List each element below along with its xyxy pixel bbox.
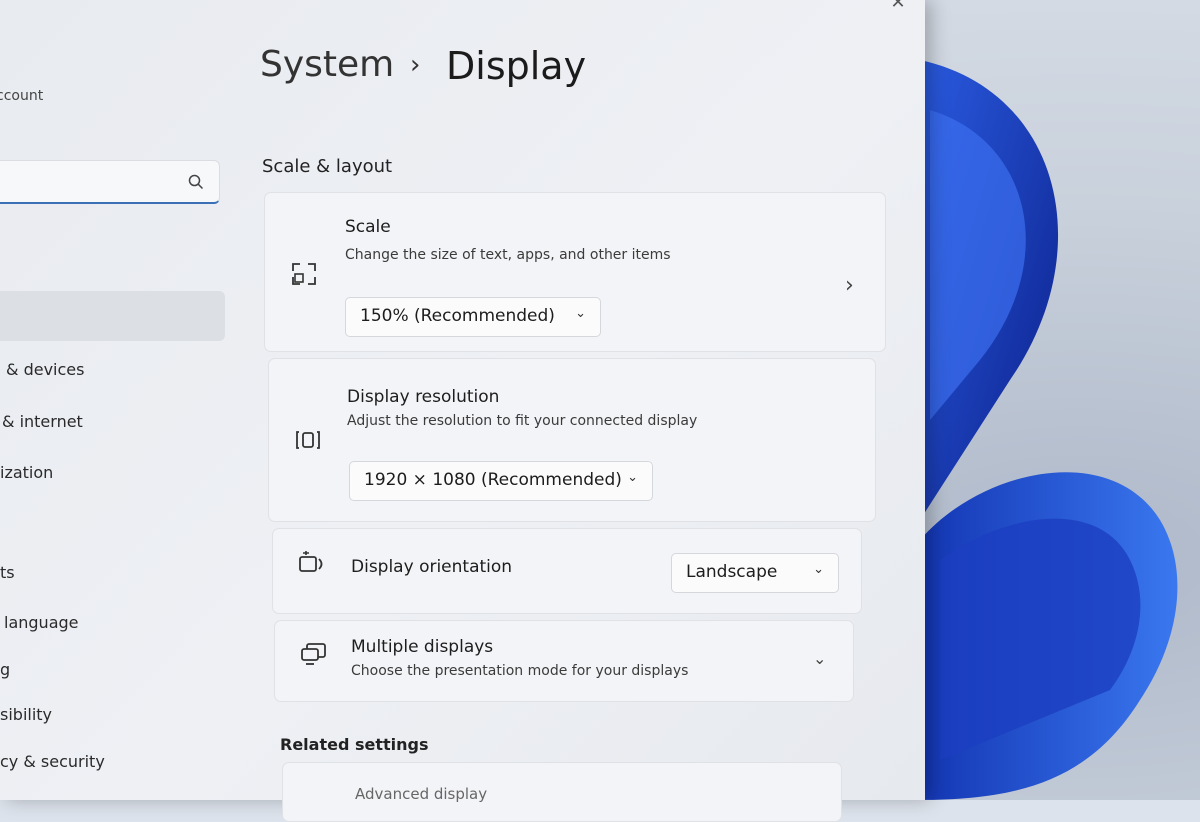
close-button[interactable]: ✕ (884, 0, 912, 13)
related-settings-card[interactable]: Advanced display (282, 762, 842, 822)
chevron-down-icon: ⌄ (627, 470, 638, 485)
display-resolution-card[interactable]: Display resolution Adjust the resolution… (268, 358, 876, 522)
settings-window: ✕ ccount & devices & internet ization ts… (0, 0, 925, 822)
display-orientation-card[interactable]: Display orientation Landscape ⌄ (272, 528, 862, 614)
multiple-displays-card[interactable]: Multiple displays Choose the presentatio… (274, 620, 854, 702)
sidebar-item-system-selected[interactable] (0, 291, 225, 341)
sidebar-item-accessibility[interactable]: sibility (0, 705, 52, 724)
scale-title: Scale (345, 217, 391, 237)
section-title-scale-layout: Scale & layout (262, 156, 393, 177)
multiple-displays-title: Multiple displays (351, 637, 494, 657)
account-label: ccount (0, 88, 44, 104)
resolution-dropdown-value: 1920 × 1080 (Recommended) (364, 470, 622, 490)
sidebar-item-accounts[interactable]: ts (0, 563, 15, 582)
scale-dropdown[interactable]: 150% (Recommended) ⌄ (345, 297, 601, 337)
page-title: Display (446, 44, 587, 88)
section-title-related-settings: Related settings (280, 735, 429, 754)
resolution-description: Adjust the resolution to fit your connec… (347, 413, 698, 429)
sidebar-item-devices[interactable]: & devices (6, 360, 84, 379)
resolution-dropdown[interactable]: 1920 × 1080 (Recommended) ⌄ (349, 461, 653, 501)
scale-card[interactable]: Scale Change the size of text, apps, and… (264, 192, 886, 352)
resolution-title: Display resolution (347, 387, 500, 407)
chevron-down-icon: ⌄ (575, 306, 586, 321)
sidebar-item-privacy-security[interactable]: cy & security (0, 752, 105, 771)
sidebar-item-network[interactable]: & internet (2, 412, 83, 431)
orientation-title: Display orientation (351, 557, 513, 577)
chevron-right-icon[interactable]: › (845, 273, 854, 298)
multiple-displays-icon (301, 643, 326, 665)
scale-dropdown-value: 150% (Recommended) (360, 306, 555, 326)
sidebar-item-personalization[interactable]: ization (0, 463, 53, 482)
orientation-icon (299, 551, 323, 572)
search-box[interactable] (0, 160, 220, 204)
scale-description: Change the size of text, apps, and other… (345, 247, 671, 263)
search-input[interactable] (5, 169, 159, 197)
scale-icon (292, 263, 316, 285)
related-settings-item-label: Advanced display (355, 785, 488, 803)
chevron-down-icon: ⌄ (813, 562, 824, 577)
breadcrumb-separator: › (410, 50, 421, 80)
orientation-dropdown[interactable]: Landscape ⌄ (671, 553, 839, 593)
resolution-icon (296, 431, 320, 449)
orientation-dropdown-value: Landscape (686, 562, 778, 582)
breadcrumb-parent[interactable]: System (260, 44, 394, 85)
multiple-displays-description: Choose the presentation mode for your di… (351, 663, 689, 679)
chevron-down-icon[interactable]: ⌄ (813, 649, 826, 668)
sidebar-item-gaming[interactable]: g (0, 660, 10, 679)
search-icon (188, 174, 204, 190)
sidebar-item-time-language[interactable]: language (4, 613, 79, 632)
